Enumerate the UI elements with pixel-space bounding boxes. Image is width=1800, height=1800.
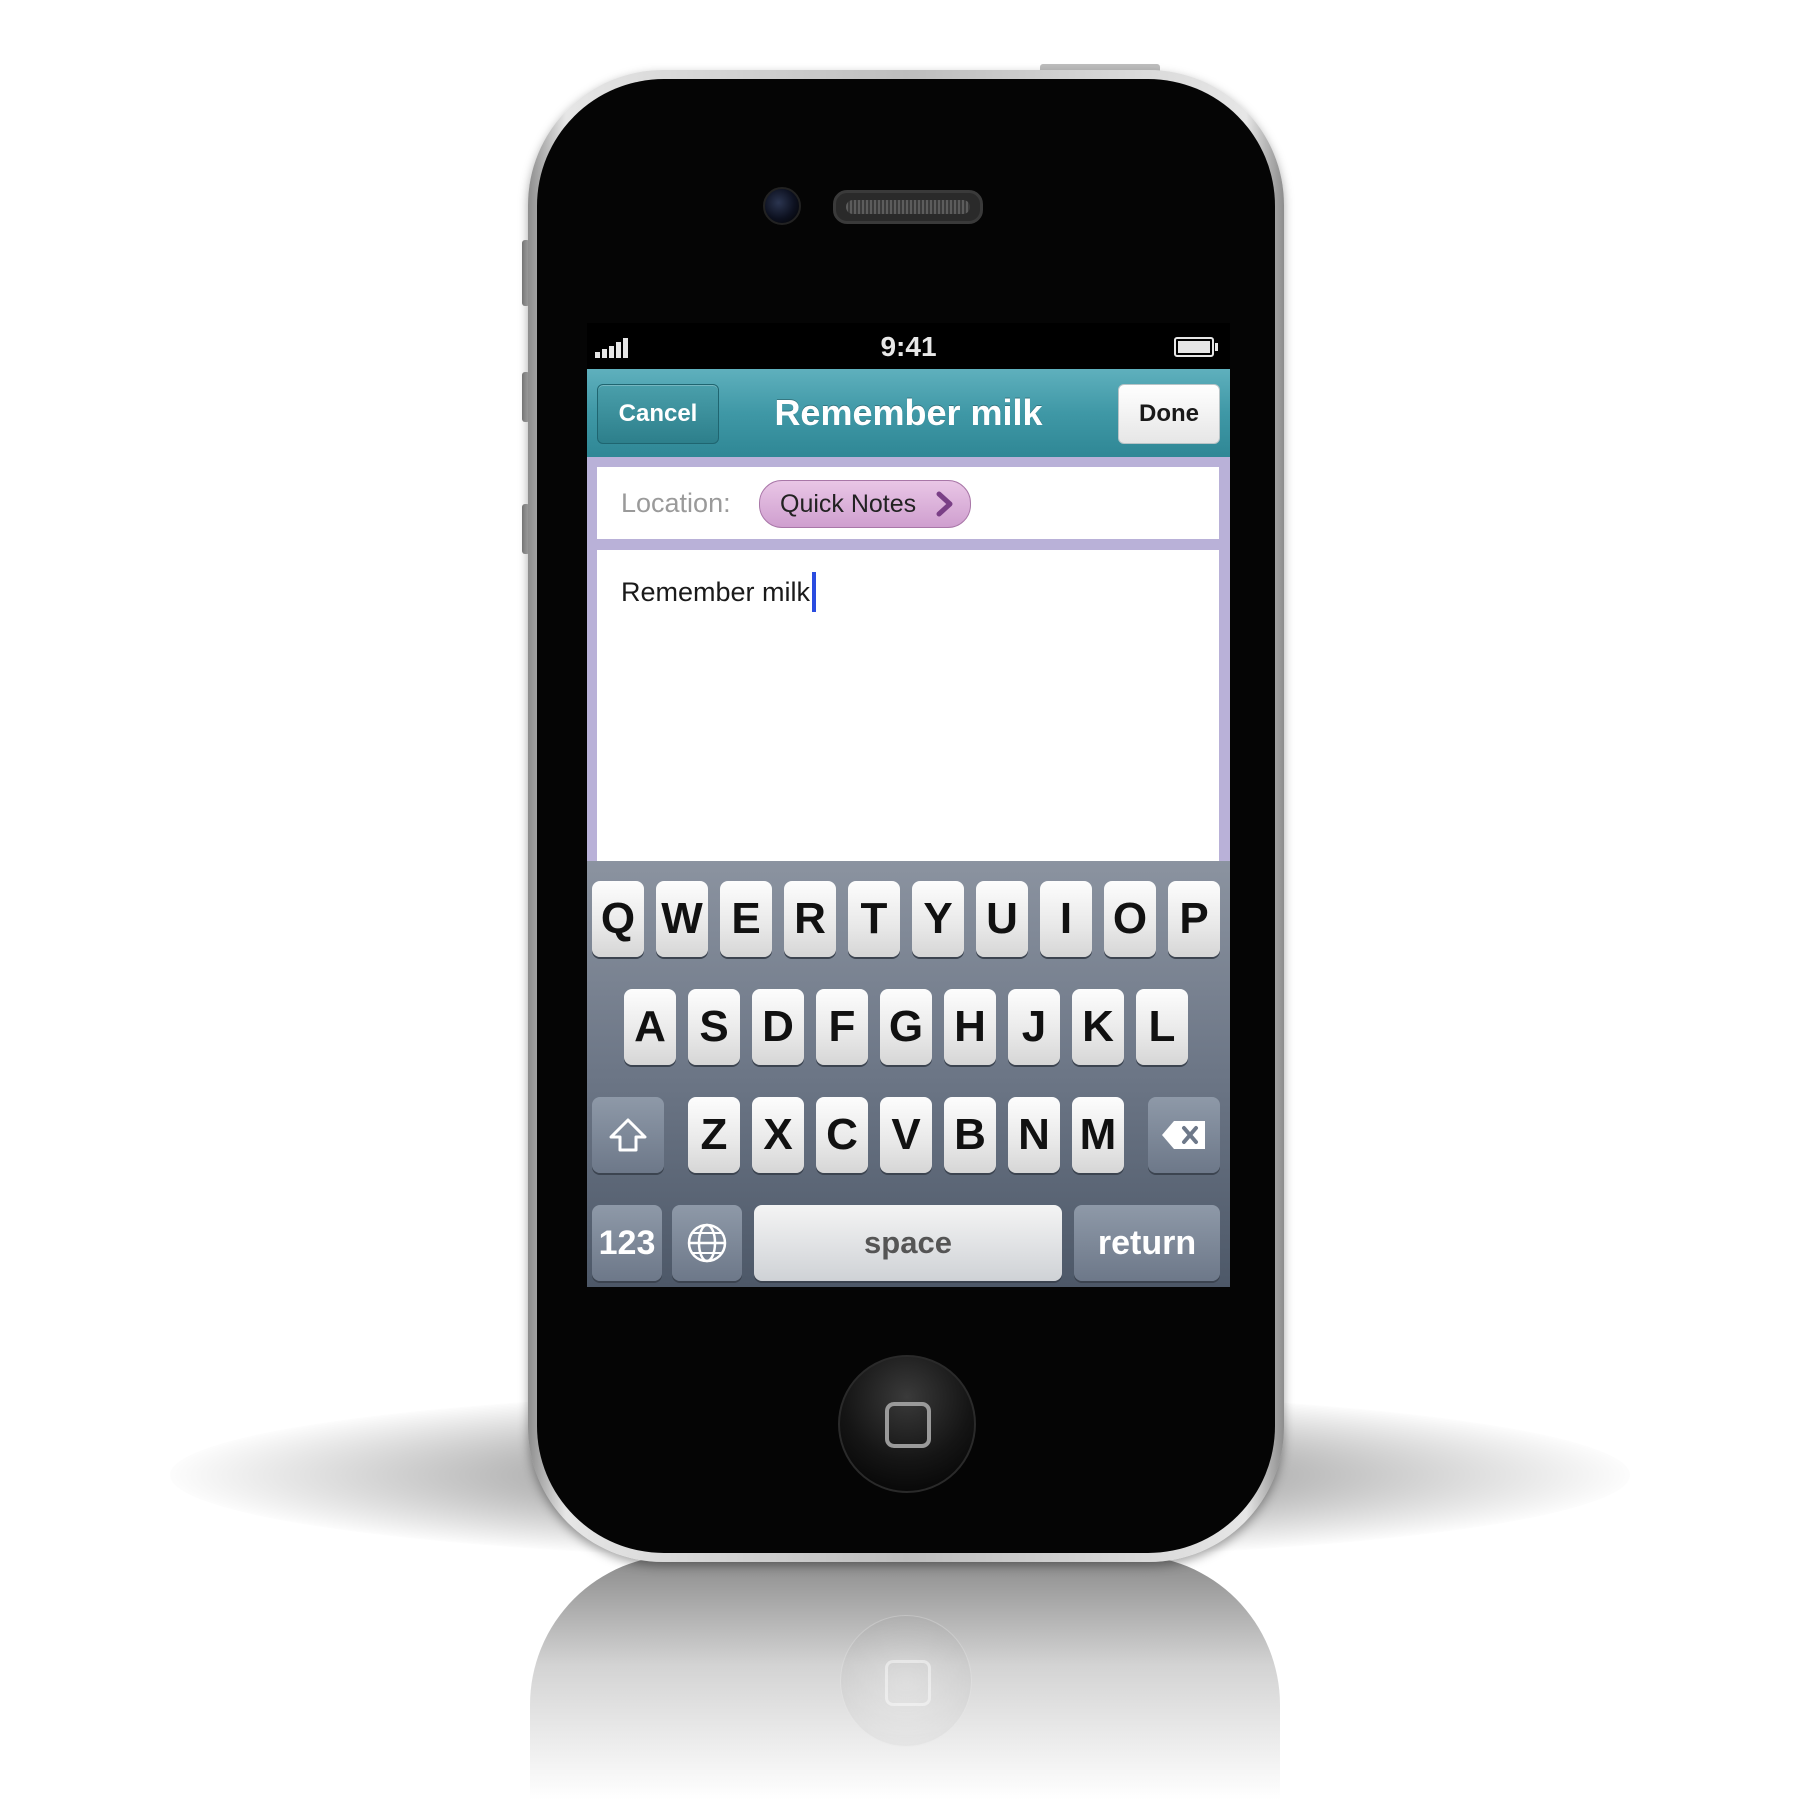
text-cursor <box>812 572 817 612</box>
shift-arrow-icon <box>609 1118 647 1152</box>
cancel-button[interactable]: Cancel <box>597 384 719 444</box>
key-s[interactable]: S <box>688 989 740 1065</box>
globe-key[interactable] <box>672 1205 742 1281</box>
note-editor: Location: Quick Notes Remember milk <box>587 457 1230 870</box>
key-m[interactable]: M <box>1072 1097 1124 1173</box>
shift-key[interactable] <box>592 1097 664 1173</box>
delete-key[interactable] <box>1148 1097 1220 1173</box>
status-time: 9:41 <box>880 331 937 362</box>
page-title: Remember milk <box>774 392 1043 433</box>
key-u[interactable]: U <box>976 881 1028 957</box>
key-b[interactable]: B <box>944 1097 996 1173</box>
key-o[interactable]: O <box>1104 881 1156 957</box>
key-y[interactable]: Y <box>912 881 964 957</box>
navigation-bar: Cancel Remember milk Done <box>587 369 1230 458</box>
key-k[interactable]: K <box>1072 989 1124 1065</box>
key-t[interactable]: T <box>848 881 900 957</box>
key-e[interactable]: E <box>720 881 772 957</box>
chevron-right-icon <box>936 491 953 517</box>
battery-icon <box>1174 337 1218 357</box>
key-a[interactable]: A <box>624 989 676 1065</box>
phone-screen: 9:41 Cancel Remember milk Done Location:… <box>587 323 1230 1287</box>
note-text: Remember milk <box>621 576 811 607</box>
key-g[interactable]: G <box>880 989 932 1065</box>
return-key[interactable]: return <box>1074 1205 1220 1281</box>
key-v[interactable]: V <box>880 1097 932 1173</box>
location-row: Location: Quick Notes <box>597 467 1219 539</box>
note-text-area[interactable]: Remember milk <box>597 550 1219 870</box>
key-d[interactable]: D <box>752 989 804 1065</box>
earpiece-speaker <box>833 190 983 224</box>
location-picker-button[interactable]: Quick Notes <box>759 480 971 528</box>
key-f[interactable]: F <box>816 989 868 1065</box>
key-r[interactable]: R <box>784 881 836 957</box>
status-bar: 9:41 <box>587 323 1230 369</box>
location-value: Quick Notes <box>780 489 917 518</box>
key-w[interactable]: W <box>656 881 708 957</box>
key-c[interactable]: C <box>816 1097 868 1173</box>
key-l[interactable]: L <box>1136 989 1188 1065</box>
key-z[interactable]: Z <box>688 1097 740 1173</box>
globe-icon <box>687 1223 727 1263</box>
space-key[interactable]: space <box>754 1205 1062 1281</box>
key-j[interactable]: J <box>1008 989 1060 1065</box>
key-i[interactable]: I <box>1040 881 1092 957</box>
key-p[interactable]: P <box>1168 881 1220 957</box>
backspace-icon <box>1162 1121 1205 1149</box>
numbers-key[interactable]: 123 <box>592 1205 662 1281</box>
keyboard: Q W E R T Y U I O P A S D F G H J K L Z … <box>587 861 1230 1287</box>
key-h[interactable]: H <box>944 989 996 1065</box>
key-n[interactable]: N <box>1008 1097 1060 1173</box>
key-q[interactable]: Q <box>592 881 644 957</box>
phone-reflection <box>530 1555 1280 1800</box>
front-camera <box>763 187 801 225</box>
done-button[interactable]: Done <box>1118 384 1220 444</box>
home-square-icon <box>885 1402 931 1448</box>
location-label: Location: <box>621 488 731 518</box>
home-button[interactable] <box>838 1355 976 1493</box>
key-x[interactable]: X <box>752 1097 804 1173</box>
